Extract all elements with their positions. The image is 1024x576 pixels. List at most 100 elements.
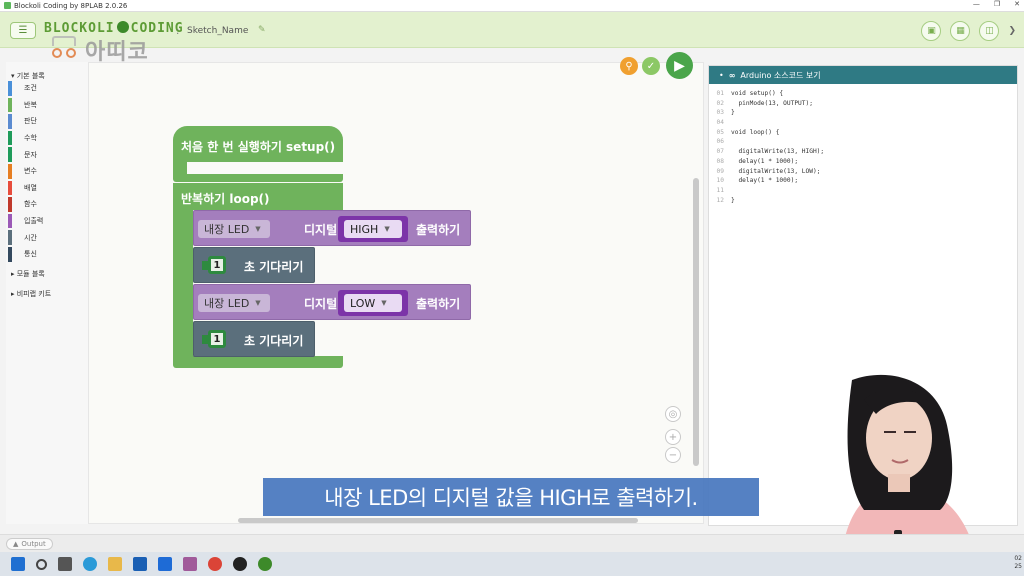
mail-icon[interactable] [133,557,147,571]
taskbar-clock[interactable]: 02 25 [1014,555,1022,571]
category-label: 조건 [24,84,37,93]
code-line: 12} [709,197,1017,207]
dropdown-arrow-icon: ▼ [255,225,261,233]
broccoli-icon[interactable] [258,557,272,571]
digital-write-block[interactable]: 내장 LED ▼ 디지털 값 LOW ▼ 출력하기 [193,284,471,320]
category-color-bar [8,97,12,113]
category-label: 판단 [24,117,37,126]
workspace-vertical-scrollbar[interactable] [693,178,699,466]
value-dropdown[interactable]: HIGH ▼ [344,220,402,238]
code-text: void setup() { [731,90,784,97]
task-view-icon[interactable] [58,557,72,571]
code-panel-header[interactable]: • ∞ Arduino 소스코드 보기 [709,66,1017,84]
recenter-button[interactable]: ◎ [665,406,681,422]
category-label: 함수 [24,200,37,209]
wait-block[interactable]: 1 초 기다리기 [193,247,315,283]
basic-blocks-header[interactable]: ▾ 기본 블록 [6,62,88,80]
category-item[interactable]: 변수 [6,163,88,180]
upload-button[interactable]: ▶ [666,52,693,79]
pin-dropdown[interactable]: 내장 LED ▼ [198,294,270,312]
category-item[interactable]: 함수 [6,196,88,213]
code-text: delay(1 * 1000); [731,157,799,165]
category-item[interactable]: 판단 [6,113,88,130]
category-item[interactable]: 배열 [6,180,88,197]
category-item[interactable]: 통신 [6,246,88,263]
zoom-out-button[interactable]: − [665,447,681,463]
line-number: 11 [716,186,724,194]
digital-write-block[interactable]: 내장 LED ▼ 디지털 값 HIGH ▼ 출력하기 [193,210,471,246]
category-color-bar [8,180,12,196]
dropdown-arrow-icon: ▼ [255,299,261,307]
module-blocks-header[interactable]: ▸ 모듈 블록 [6,263,88,283]
output-button[interactable]: ▲ Output [6,538,53,550]
caret-up-icon: ▲ [13,540,19,548]
menu-button[interactable]: ☰ [10,22,36,39]
wait-block[interactable]: 1 초 기다리기 [193,321,315,357]
output-button-label: Output [21,540,46,548]
category-label: 변수 [24,167,37,176]
category-item[interactable]: 문자 [6,146,88,163]
delete-button[interactable]: ◫ [979,21,1000,41]
setup-block-body [173,162,187,174]
pin-dropdown[interactable]: 내장 LED ▼ [198,220,270,238]
category-list: 조건반복판단수학 문자변수배열함수입출력시간통신 [6,80,88,263]
code-line: 07 digitalWrite(13, HIGH); [709,148,1017,158]
code-lines[interactable]: 01 void setup() {02 pinMode(13, OUTPUT); 0… [709,84,1017,206]
plus-icon: + [668,431,678,443]
verify-button[interactable]: ✓ [642,57,660,75]
play-icon: ▶ [674,57,685,74]
wait-label: 초 기다리기 [244,260,304,274]
category-label: 시간 [24,233,37,242]
folder-icon: ▣ [927,26,936,36]
kit-blocks-header[interactable]: ▸ 비피랩 키트 [6,283,88,303]
category-label: 반복 [24,100,37,109]
category-item[interactable]: 반복 [6,97,88,114]
seconds-input[interactable]: 1 [208,330,226,348]
seconds-input[interactable]: 1 [208,256,226,274]
minimize-icon[interactable]: — [973,0,980,8]
open-button[interactable]: ▣ [921,21,942,41]
category-color-bar [8,246,12,262]
value-dropdown[interactable]: LOW ▼ [344,294,402,312]
broccoli-icon [116,21,129,33]
edge-browser-icon[interactable] [83,557,97,571]
close-icon[interactable]: ✕ [1014,0,1020,8]
os-taskbar: 02 25 [0,552,1024,576]
line-number: 05 [716,128,724,136]
category-item[interactable]: 조건 [6,80,88,97]
code-line: 05 void loop() { [709,129,1017,139]
windows-start-icon[interactable] [11,557,25,571]
toolbar-actions: ▣ ▦ ◫ ❯ [921,21,1016,41]
workspace-horizontal-scrollbar[interactable] [238,518,638,523]
line-number: 12 [716,196,724,204]
sketch-name[interactable]: Sketch_Name [187,26,248,36]
code-line: 06 [709,138,1017,148]
line-number: 08 [716,157,724,165]
search-button[interactable]: ⚲ [620,57,638,75]
code-text: void loop() { [731,128,780,136]
line-number: 04 [716,119,724,127]
expand-chevron-icon[interactable]: ❯ [1008,26,1016,36]
save-button[interactable]: ▦ [950,21,971,41]
maximize-icon[interactable]: ❐ [994,0,1000,8]
file-explorer-icon[interactable] [108,557,122,571]
category-item[interactable]: 입출력 [6,213,88,230]
category-item[interactable]: 시간 [6,229,88,246]
code-line: 10 delay(1 * 1000); [709,177,1017,187]
recorder-icon[interactable] [233,557,247,571]
search-icon[interactable] [36,558,47,570]
category-color-bar [8,213,12,229]
store-icon[interactable] [158,557,172,571]
edit-name-icon[interactable]: ✎ [258,25,266,35]
zoom-in-button[interactable]: + [665,429,681,445]
category-item[interactable]: 수학 [6,130,88,147]
app-icon[interactable] [183,557,197,571]
chrome-icon[interactable] [208,557,222,571]
category-color-bar [8,163,12,179]
main-toolbar: ☰ BLOCKOLI CODING : Sketch_Name ✎ ▣ ▦ ◫ ❯ [0,12,1024,48]
line-number: 03 [716,109,724,117]
category-color-bar [8,197,12,212]
value-text: LOW [350,296,376,310]
setup-block-label: 처음 한 번 실행하기 setup() [181,140,336,154]
line-number: 10 [716,177,724,185]
